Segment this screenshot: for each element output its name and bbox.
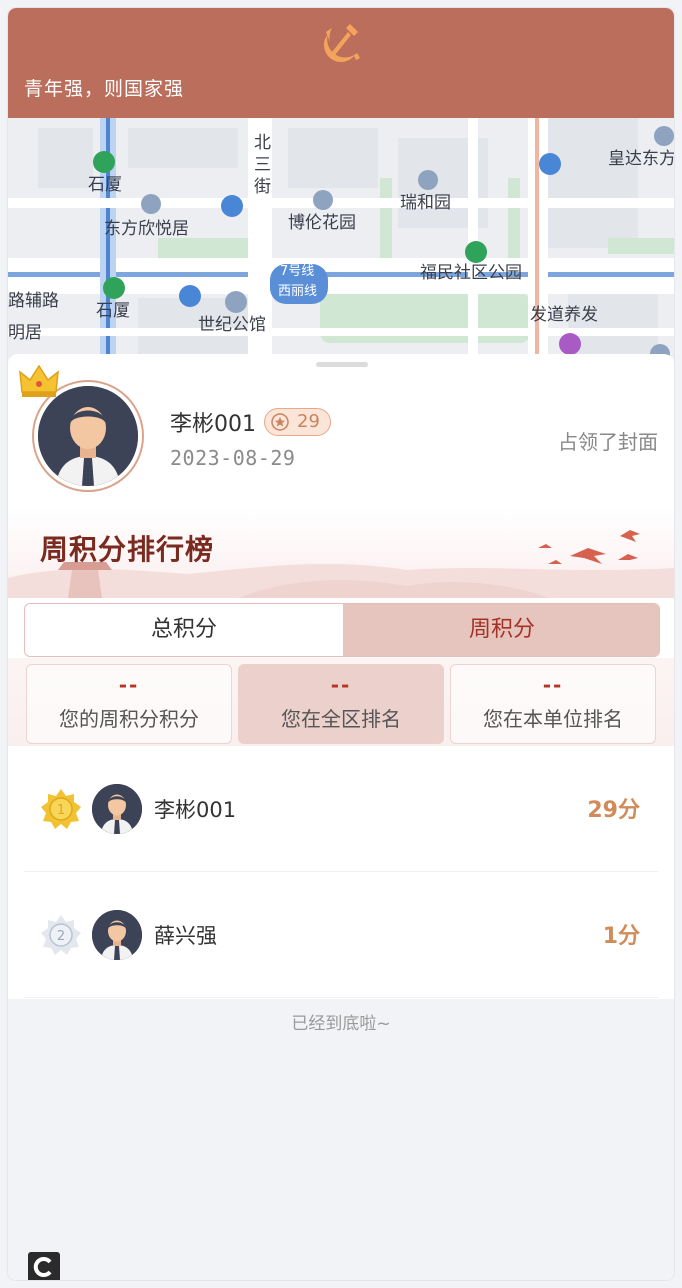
map-label: 石厦 bbox=[96, 301, 130, 321]
stat-district-rank[interactable]: -- 您在全区排名 bbox=[238, 664, 444, 744]
ranking-sheet: 李彬001 29 2023-08-29 占领了封面 周积分排行榜 总积分 周积分… bbox=[8, 354, 674, 1280]
profile-score-badge: 29 bbox=[264, 408, 331, 436]
stat-unit-rank[interactable]: -- 您在本单位排名 bbox=[450, 664, 656, 744]
ranking-row[interactable]: 2 薛兴强 1分 bbox=[24, 872, 658, 998]
map-label: 瑞和园 bbox=[400, 193, 451, 213]
leaderboard-banner: 周积分排行榜 bbox=[8, 508, 674, 598]
person-icon bbox=[92, 784, 142, 834]
profile-badge-score: 29 bbox=[297, 411, 320, 432]
tab-total-score[interactable]: 总积分 bbox=[25, 604, 343, 656]
profile-name: 李彬001 bbox=[170, 412, 256, 437]
map-label: 明居 bbox=[8, 323, 42, 343]
profile-date: 2023-08-29 bbox=[170, 446, 296, 470]
map-label: 福民社区公园 bbox=[420, 263, 522, 283]
floating-c-icon[interactable] bbox=[28, 1252, 60, 1280]
map-view[interactable]: 石厦 东方欣悦居 博伦花园 瑞和园 皇达东方 福民社区公园 7号线 西丽线 世纪… bbox=[8, 118, 674, 358]
map-label: 皇达东方 bbox=[608, 149, 674, 169]
person-icon bbox=[38, 386, 138, 486]
silver-medal-icon: 2 bbox=[41, 915, 81, 955]
row-avatar bbox=[92, 910, 142, 960]
stat-value: -- bbox=[330, 673, 352, 697]
medal-rank-text: 1 bbox=[57, 803, 65, 818]
stat-label: 您在本单位排名 bbox=[483, 707, 623, 731]
profile-status: 占领了封面 bbox=[558, 430, 658, 454]
medal-star-icon bbox=[271, 413, 289, 431]
stat-value: -- bbox=[118, 673, 140, 697]
drag-handle[interactable] bbox=[316, 362, 368, 367]
tab-weekly-score[interactable]: 周积分 bbox=[343, 604, 659, 656]
medal-rank-text: 2 bbox=[57, 929, 65, 944]
stat-value: -- bbox=[542, 673, 564, 697]
map-label: 西丽线 bbox=[278, 284, 318, 299]
map-label: 东方欣悦居 bbox=[104, 219, 189, 239]
map-label: 路辅路 bbox=[8, 291, 59, 311]
stat-my-weekly-score[interactable]: -- 您的周积分积分 bbox=[26, 664, 232, 744]
header-slogan: 青年强，则国家强 bbox=[24, 78, 185, 100]
party-emblem-icon bbox=[323, 24, 360, 63]
end-of-list-text: 已经到底啦~ bbox=[8, 999, 674, 1059]
ranking-row[interactable]: 1 李彬001 29分 bbox=[24, 746, 658, 872]
stat-label: 您在全区排名 bbox=[281, 707, 401, 731]
score-tabs: 总积分 周积分 bbox=[24, 603, 660, 657]
map-label: 发道养发 bbox=[530, 305, 598, 325]
row-avatar bbox=[92, 784, 142, 834]
gold-medal-icon: 1 bbox=[41, 789, 81, 829]
row-name: 薛兴强 bbox=[154, 924, 217, 948]
header-banner: 青年强，则国家强 bbox=[8, 8, 674, 118]
map-label: 石厦 bbox=[88, 175, 122, 195]
row-name: 李彬001 bbox=[154, 798, 237, 822]
map-label: 街 bbox=[254, 177, 271, 197]
row-score: 29分 bbox=[587, 798, 640, 823]
person-icon bbox=[92, 910, 142, 960]
leaderboard-title: 周积分排行榜 bbox=[40, 533, 215, 566]
stat-label: 您的周积分积分 bbox=[59, 707, 199, 731]
stats-panel: -- 您的周积分积分 -- 您在全区排名 -- 您在本单位排名 bbox=[8, 658, 674, 746]
map-label: 世纪公馆 bbox=[198, 315, 266, 335]
ranking-list: 1 李彬001 29分 2 薛兴强 1分 bbox=[8, 746, 674, 998]
map-label: 博伦花园 bbox=[288, 213, 356, 233]
map-label: 7号线 bbox=[280, 264, 315, 279]
app-frame: 青年强，则国家强 石厦 东方欣悦居 博伦花园 瑞和园 皇达东方 福民社区公园 7… bbox=[8, 8, 674, 1280]
crown-icon bbox=[19, 364, 59, 397]
row-score: 1分 bbox=[602, 924, 640, 949]
